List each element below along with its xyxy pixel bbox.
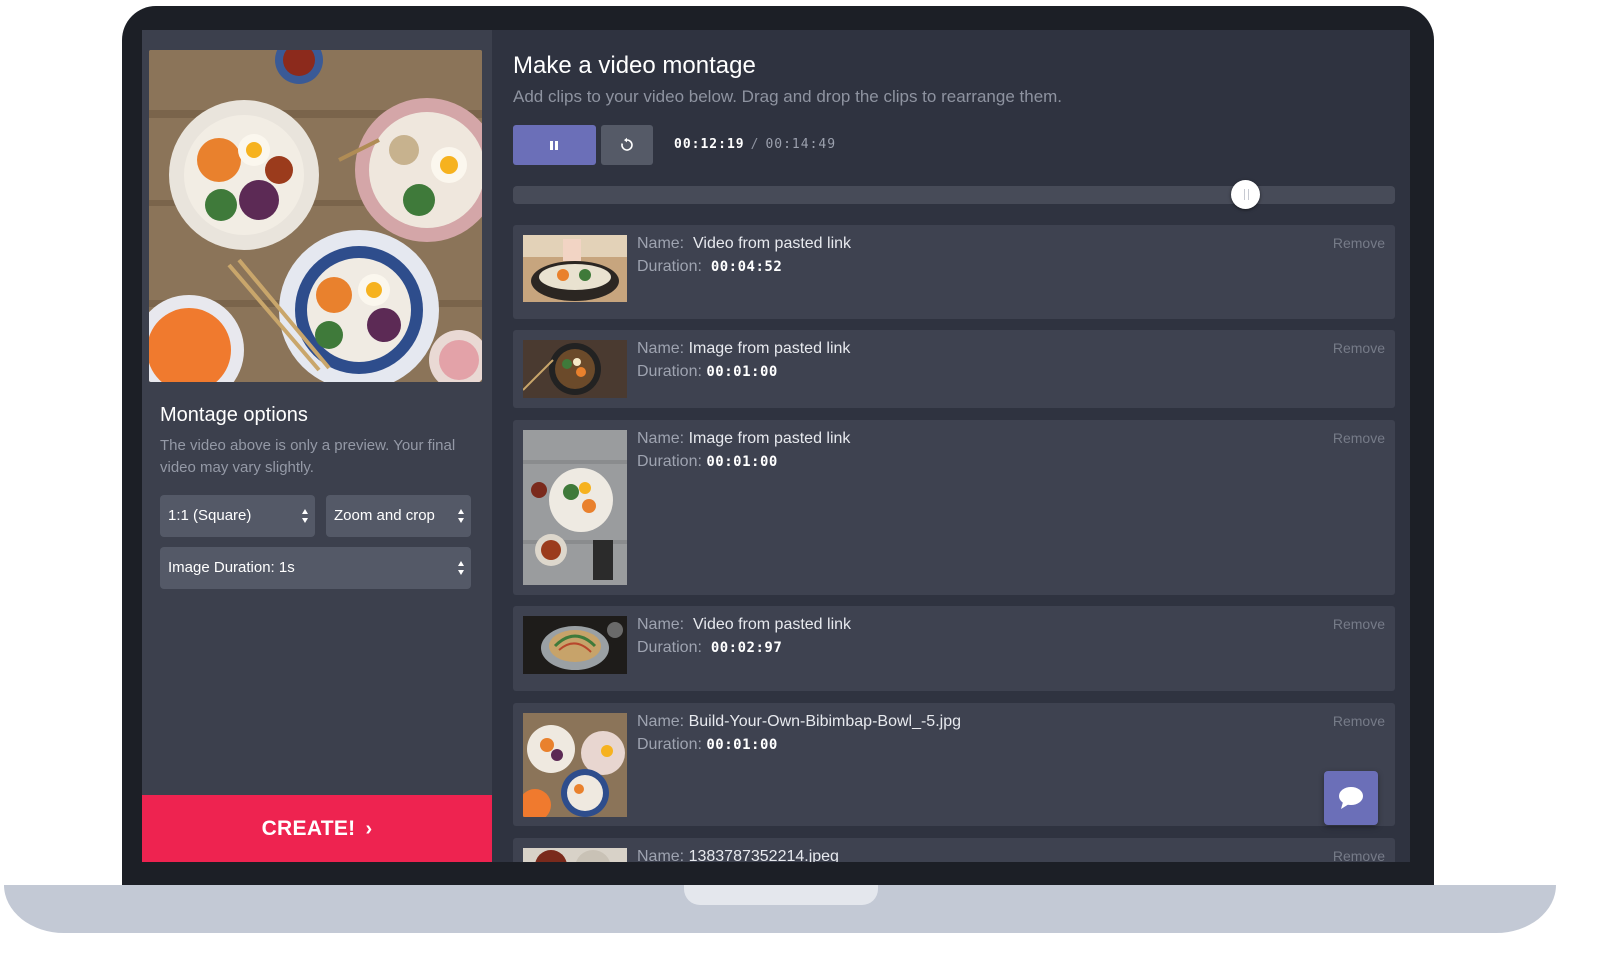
- select-arrows-icon: [458, 561, 464, 575]
- image-duration-value: Image Duration: 1s: [168, 559, 295, 576]
- clip-item[interactable]: Name: Video from pasted link Duration: 0…: [513, 225, 1395, 319]
- time-readout: 00:12:19 / 00:14:49: [674, 137, 836, 152]
- clip-name: Name: Video from pasted link: [637, 235, 852, 252]
- select-arrows-icon: [302, 509, 308, 523]
- clip-duration: Duration: 00:04:52: [637, 258, 783, 275]
- remove-clip-link[interactable]: Remove: [1333, 616, 1385, 632]
- clip-thumbnail: [523, 713, 627, 817]
- timeline-track[interactable]: [513, 186, 1395, 204]
- create-label: CREATE!: [261, 817, 356, 840]
- remove-clip-link[interactable]: Remove: [1333, 235, 1385, 251]
- clip-thumbnail: [523, 848, 627, 862]
- clip-name: Name: Video from pasted link: [637, 616, 852, 633]
- clip-thumbnail: [523, 340, 627, 398]
- clip-thumbnail: [523, 430, 627, 585]
- clip-name: Name: Build-Your-Own-Bibimbap-Bowl_-5.jp…: [637, 713, 961, 730]
- clip-name: Name: Image from pasted link: [637, 430, 851, 447]
- video-preview: [149, 50, 482, 382]
- montage-options-title: Montage options: [160, 404, 308, 426]
- timeline-scrubber[interactable]: [1230, 180, 1260, 209]
- remove-clip-link[interactable]: Remove: [1333, 430, 1385, 446]
- clip-name: Name: Image from pasted link: [637, 340, 851, 357]
- clip-duration: Duration: 00:01:00: [637, 453, 778, 470]
- clip-item[interactable]: Name: 1383787352214.jpeg Remove: [513, 838, 1395, 862]
- total-time: 00:14:49: [765, 137, 837, 152]
- time-separator: /: [750, 137, 760, 152]
- fit-mode-value: Zoom and crop: [334, 507, 435, 524]
- clip-thumbnail: [523, 616, 627, 674]
- select-arrows-icon: [458, 509, 464, 523]
- clip-item[interactable]: Name: Video from pasted link Duration: 0…: [513, 606, 1395, 691]
- clip-item[interactable]: Name: Build-Your-Own-Bibimbap-Bowl_-5.jp…: [513, 703, 1395, 826]
- clip-thumbnail: [523, 235, 627, 302]
- clip-duration: Duration: 00:01:00: [637, 736, 778, 753]
- aspect-ratio-value: 1:1 (Square): [168, 507, 252, 524]
- clip-name: Name: 1383787352214.jpeg: [637, 848, 839, 862]
- clip-item[interactable]: Name: Image from pasted link Duration: 0…: [513, 330, 1395, 408]
- clip-duration: Duration: 00:01:00: [637, 363, 778, 380]
- app-screen: Montage options The video above is only …: [142, 30, 1410, 862]
- aspect-ratio-select[interactable]: 1:1 (Square): [160, 495, 315, 537]
- page-subtitle: Add clips to your video below. Drag and …: [513, 87, 1063, 106]
- image-duration-select[interactable]: Image Duration: 1s: [160, 547, 471, 589]
- clip-duration: Duration: 00:02:97: [637, 639, 783, 656]
- laptop-notch: [684, 885, 878, 905]
- restart-icon: [621, 137, 633, 151]
- clip-item[interactable]: Name: Image from pasted link Duration: 0…: [513, 420, 1395, 595]
- chat-button[interactable]: [1324, 771, 1378, 825]
- restart-button[interactable]: [601, 125, 653, 165]
- create-button[interactable]: CREATE! ›: [142, 795, 492, 862]
- fit-mode-select[interactable]: Zoom and crop: [326, 495, 471, 537]
- current-time: 00:12:19: [674, 137, 745, 152]
- montage-options-description: The video above is only a preview. Your …: [160, 437, 456, 476]
- remove-clip-link[interactable]: Remove: [1333, 340, 1385, 356]
- remove-clip-link[interactable]: Remove: [1333, 848, 1385, 862]
- pause-button[interactable]: [513, 125, 596, 165]
- page-title: Make a video montage: [513, 52, 756, 79]
- options-panel: Montage options The video above is only …: [142, 30, 492, 862]
- chevron-right-icon: ›: [365, 818, 373, 840]
- chat-icon: [1339, 787, 1363, 809]
- remove-clip-link[interactable]: Remove: [1333, 713, 1385, 729]
